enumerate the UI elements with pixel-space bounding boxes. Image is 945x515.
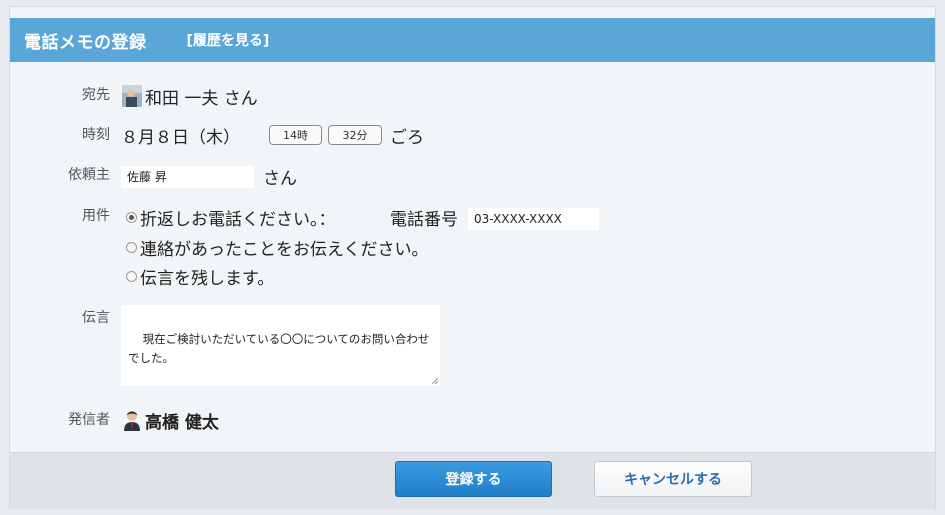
phone-label: 電話番号	[390, 210, 458, 230]
matter-option-message[interactable]: 伝言を残します。	[126, 264, 274, 289]
requester-input[interactable]: 佐藤 昇	[121, 166, 254, 188]
matter-option-callback[interactable]: 折返しお電話ください。：	[126, 205, 336, 230]
sender-avatar-icon	[122, 409, 142, 431]
matter-option-notify[interactable]: 連絡があったことをお伝えください。	[126, 235, 429, 260]
time-label: 時刻	[82, 127, 110, 143]
requester-suffix: さん	[263, 169, 297, 189]
sender-label: 発信者	[68, 412, 110, 428]
radio-checked-icon[interactable]	[126, 212, 137, 223]
message-text: 現在ご検討いただいている〇〇についてのお問い合わせでした。	[128, 332, 430, 365]
dialog-footer: 登録する キャンセルする	[10, 452, 935, 509]
time-suffix: ごろ	[390, 128, 424, 148]
date-text: ８月８日（木）	[121, 128, 240, 148]
phone-memo-dialog: 電話メモの登録 [履歴を見る] 宛先 和田 一夫 さん 時刻 ８月８日（木） 1…	[9, 6, 936, 509]
hour-select[interactable]: 14時	[269, 125, 322, 145]
matter-option-label: 連絡があったことをお伝えください。	[140, 240, 429, 260]
resize-handle-icon[interactable]	[432, 378, 438, 384]
dialog-header: 電話メモの登録 [履歴を見る]	[10, 18, 935, 62]
recipient-label: 宛先	[82, 87, 110, 103]
radio-unchecked-icon[interactable]	[126, 242, 137, 253]
sender-name: 高橋 健太	[145, 413, 219, 433]
phone-number-input[interactable]: 03-XXXX-XXXX	[468, 208, 599, 230]
minute-select[interactable]: 32分	[328, 125, 382, 145]
recipient-avatar-icon	[122, 85, 142, 107]
history-link[interactable]: [履歴を見る]	[187, 30, 270, 50]
matter-option-label: 伝言を残します。	[140, 269, 275, 289]
cancel-button[interactable]: キャンセルする	[594, 461, 752, 497]
submit-button[interactable]: 登録する	[395, 461, 552, 497]
message-textarea[interactable]: 現在ご検討いただいている〇〇についてのお問い合わせでした。	[121, 305, 440, 386]
matter-label: 用件	[82, 208, 110, 224]
matter-option-label: 折返しお電話ください。：	[140, 210, 336, 230]
message-label: 伝言	[82, 310, 110, 326]
recipient-name: 和田 一夫 さん	[145, 89, 258, 109]
radio-unchecked-icon[interactable]	[126, 271, 137, 282]
requester-label: 依頼主	[68, 167, 110, 183]
page-title: 電話メモの登録	[24, 32, 147, 53]
